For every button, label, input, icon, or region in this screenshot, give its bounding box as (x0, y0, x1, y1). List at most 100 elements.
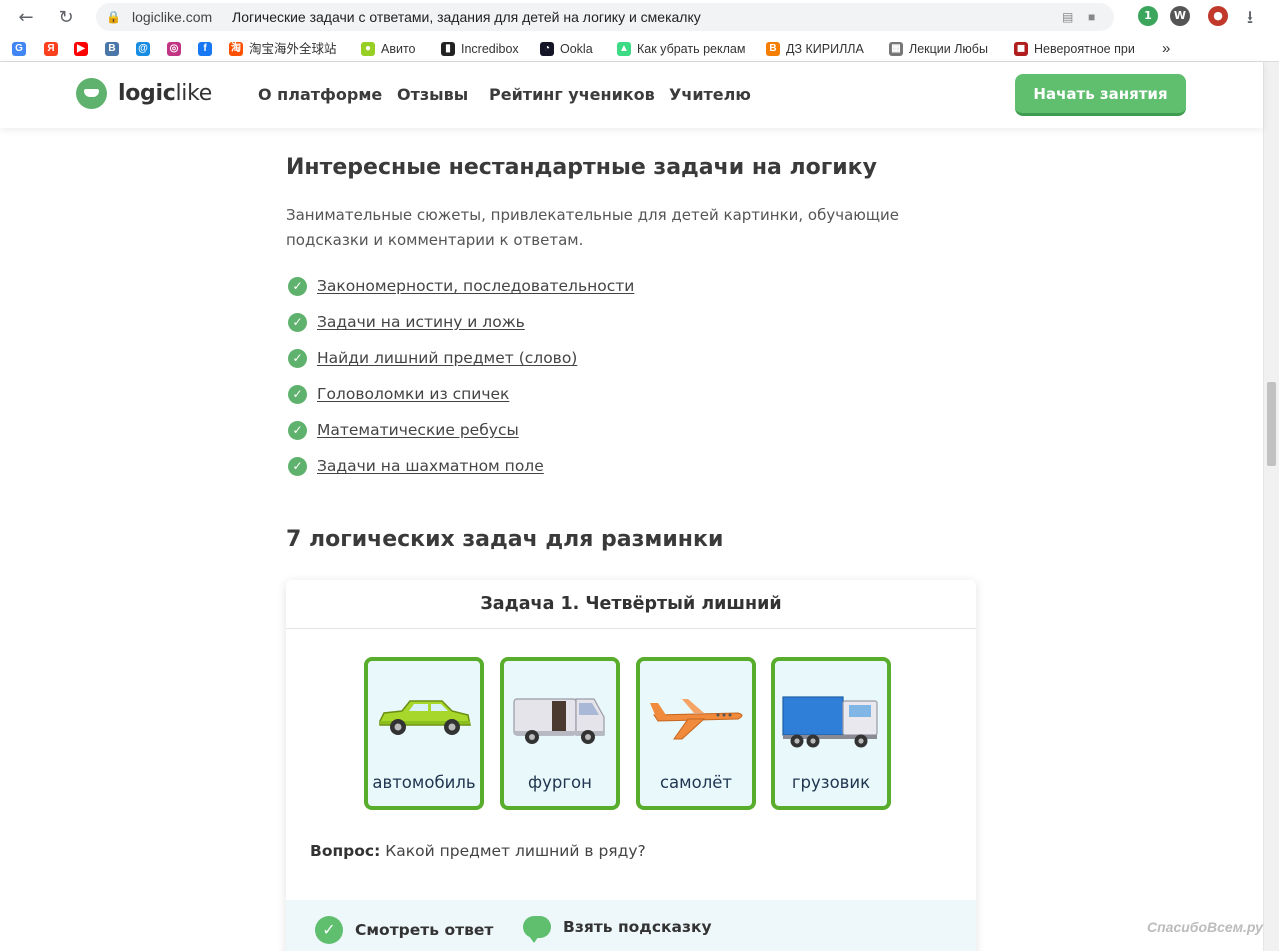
nav-reviews[interactable]: Отзывы (397, 85, 468, 104)
section-heading-interesting-tasks: Интересные нестандартные задачи на логик… (286, 155, 877, 180)
link-patterns[interactable]: Закономерности, последовательности (317, 277, 634, 295)
youtube-icon: ▶ (74, 42, 88, 56)
car-icon (379, 700, 471, 735)
option-label: автомобиль (372, 773, 476, 792)
start-lessons-button[interactable]: Начать занятия (1015, 74, 1186, 116)
google-icon: G (12, 42, 26, 56)
list-item: ✓ Задачи на истину и ложь (288, 311, 525, 333)
bookmark-label: 淘宝海外全球站 (249, 42, 337, 56)
reader-mode-icon[interactable]: ▤ (1062, 3, 1073, 31)
scrollbar-thumb[interactable] (1267, 382, 1276, 466)
nav-student-rating[interactable]: Рейтинг учеников (489, 85, 655, 104)
task-question: Вопрос: Какой предмет лишний в ряду? (310, 842, 646, 860)
question-label: Вопрос: (310, 842, 381, 860)
bookmark-label: ДЗ КИРИЛЛА (786, 42, 864, 56)
intro-line-2: подсказки и комментарии к ответам. (286, 231, 584, 249)
ookla-icon: ◔ (540, 42, 554, 56)
mail-icon: @ (136, 42, 150, 56)
adblock-extension-icon[interactable]: 1 (1138, 6, 1158, 26)
check-circle-icon: ✓ (288, 348, 307, 368)
bookmark-instagram[interactable]: ◎ (167, 40, 187, 58)
logiclike-logo[interactable]: logiclike (76, 78, 212, 109)
bookmark-label: Невероятное при (1034, 42, 1135, 56)
bookmark-ookla[interactable]: ◔ Ookla (540, 40, 593, 58)
bookmark-avito[interactable]: ● Авито (361, 40, 416, 58)
bookmark-label: Как убрать реклам (637, 42, 746, 56)
take-hint-label: Взять подсказку (563, 918, 712, 936)
task-title: Задача 1. Четвёртый лишний (286, 580, 976, 629)
bookmark-yandex[interactable]: Я (44, 40, 64, 58)
bookmark-vk[interactable]: В (105, 40, 125, 58)
avito-icon: ● (361, 42, 375, 56)
graduation-cap-icon (76, 78, 107, 109)
address-bar[interactable]: 🔒 logiclike.com Логические задачи с отве… (96, 3, 1114, 31)
lock-icon: 🔒 (106, 10, 121, 24)
yandex-icon: Я (44, 42, 58, 56)
bookmark-facebook[interactable]: f (198, 40, 218, 58)
check-circle-icon: ✓ (288, 276, 307, 296)
speech-bubble-icon (523, 916, 551, 943)
take-hint-button[interactable]: Взять подсказку (523, 916, 712, 943)
download-icon[interactable]: ⭳ (1238, 6, 1262, 30)
back-icon[interactable]: ← (14, 6, 38, 30)
link-truth-lies[interactable]: Задачи на истину и ложь (317, 313, 525, 331)
logo-text: logiclike (118, 81, 213, 106)
check-circle-icon: ✓ (288, 384, 307, 404)
bookmark-android[interactable]: ▲ Как убрать реклам (617, 40, 745, 58)
option-tile-car[interactable]: автомобиль (364, 657, 484, 810)
w-extension-icon[interactable]: W (1170, 6, 1190, 26)
link-chessboard-tasks[interactable]: Задачи на шахматном поле (317, 457, 544, 475)
facebook-icon: f (198, 42, 212, 56)
bookmark-site[interactable]: ◼ Невероятное при (1014, 40, 1135, 58)
bookmark-google[interactable]: G (12, 40, 32, 58)
bookmark-blogger[interactable]: B ДЗ КИРИЛЛА (766, 40, 864, 58)
bookmark-star-icon[interactable]: ■ (1088, 3, 1095, 31)
reload-icon[interactable]: ↻ (54, 6, 78, 30)
page-title-in-omnibox: Логические задачи с ответами, задания дл… (232, 9, 701, 25)
blogger-icon: B (766, 42, 780, 56)
check-circle-icon: ✓ (288, 456, 307, 476)
intro-line-1: Занимательные сюжеты, привлекательные дл… (286, 206, 900, 224)
link-odd-one-out[interactable]: Найди лишний предмет (слово) (317, 349, 577, 367)
check-circle-icon: ✓ (288, 312, 307, 332)
incredibox-icon: ▮ (441, 42, 455, 56)
link-matchstick-puzzles[interactable]: Головоломки из спичек (317, 385, 509, 403)
bookmark-lectures[interactable]: ▦ Лекции Любы (889, 40, 988, 58)
bookmarks-overflow-button[interactable]: » (1162, 40, 1170, 58)
show-answer-button[interactable]: ✓ Смотреть ответ (315, 916, 493, 944)
folder-icon: ▦ (889, 42, 903, 56)
show-answer-label: Смотреть ответ (355, 921, 494, 939)
site-header: logiclike О платформе Отзывы Рейтинг уче… (0, 62, 1263, 128)
option-label: самолёт (659, 773, 733, 792)
bookmark-label: Авито (381, 42, 416, 56)
bookmark-youtube[interactable]: ▶ (74, 40, 94, 58)
airplane-icon (650, 699, 743, 740)
check-circle-icon: ✓ (315, 916, 343, 944)
nav-for-teacher[interactable]: Учителю (669, 85, 751, 104)
bookmark-label: Ookla (560, 42, 593, 56)
list-item: ✓ Закономерности, последовательности (288, 275, 634, 297)
question-text: Какой предмет лишний в ряду? (385, 842, 646, 860)
bookmark-incredibox[interactable]: ▮ Incredibox (441, 40, 519, 58)
bookmark-taobao[interactable]: 淘淘宝海外全球站 (229, 40, 337, 58)
option-tile-van[interactable]: фургон (500, 657, 620, 810)
link-math-rebuses[interactable]: Математические ребусы (317, 421, 519, 439)
bookmark-label: Incredibox (461, 42, 519, 56)
profile-extension-icon[interactable]: ● (1208, 6, 1228, 26)
list-item: ✓ Найди лишний предмет (слово) (288, 347, 577, 369)
list-item: ✓ Математические ребусы (288, 419, 519, 441)
list-item: ✓ Задачи на шахматном поле (288, 455, 544, 477)
bookmark-label: Лекции Любы (909, 42, 988, 56)
task-card: Задача 1. Четвёртый лишний автомобиль фу… (286, 580, 976, 951)
watermark: СпасибоВсем.ру (1147, 919, 1263, 935)
option-tile-airplane[interactable]: самолёт (636, 657, 756, 810)
section-heading-warmup: 7 логических задач для разминки (286, 527, 724, 552)
url-host: logiclike.com (132, 9, 213, 25)
option-tile-truck[interactable]: грузовик (771, 657, 891, 810)
taobao-icon: 淘 (229, 42, 243, 56)
section-intro: Занимательные сюжеты, привлекательные дл… (286, 203, 926, 253)
nav-about-platform[interactable]: О платформе (258, 85, 382, 104)
instagram-icon: ◎ (167, 42, 181, 56)
page-scrollbar[interactable] (1263, 62, 1279, 951)
bookmark-mail[interactable]: @ (136, 40, 156, 58)
